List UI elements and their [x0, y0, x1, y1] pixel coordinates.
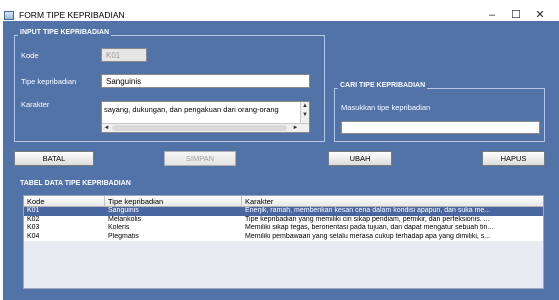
cell-kode: K03 [27, 224, 40, 231]
simpan-button[interactable]: SIMPAN [164, 151, 236, 166]
karakter-textarea[interactable]: sayang, dukungan, dan pengakuan dari ora… [101, 101, 310, 133]
maximize-button[interactable]: ☐ [506, 8, 526, 22]
table-row[interactable]: K04 Plegmatis Memiliki pembawaan yang se… [24, 232, 543, 241]
cell-karakter: Tipe kepribadian yang memiliki ciri sika… [245, 215, 490, 223]
minimize-button[interactable]: – [482, 8, 502, 22]
table-header: Kode Tipe kepribadian Karakter [24, 196, 543, 207]
cell-tipe: Koleris [108, 224, 130, 231]
cell-karakter: Memiliki sikap tegas, berorientasi pada … [245, 224, 494, 231]
cell-kode: K01 [27, 207, 40, 214]
table-row[interactable]: K01 Sanguinis Enerjik, ramah, memberikan… [24, 207, 543, 216]
karakter-horizontal-scrollbar[interactable]: ◄ ► [102, 123, 309, 132]
batal-button[interactable]: BATAL [14, 151, 94, 166]
kode-field[interactable]: K01 [101, 48, 147, 62]
table-row[interactable]: K02 Melankolis Tipe kepribadian yang mem… [24, 215, 543, 224]
scroll-down-icon[interactable]: ▼ [301, 111, 309, 120]
cell-tipe: Melankolis [108, 215, 142, 223]
main-window: FORM TIPE KEPRIBADIAN – ☐ ✕ INPUT TIPE K… [0, 0, 559, 300]
karakter-text: sayang, dukungan, dan pengakuan dari ora… [104, 105, 279, 114]
tipe-label: Tipe kepribadian [21, 77, 77, 86]
kode-label: Kode [21, 51, 39, 60]
search-prompt-label: Masukkan tipe kepribadian [341, 103, 431, 112]
scroll-up-icon[interactable]: ▲ [301, 102, 309, 111]
close-button[interactable]: ✕ [530, 8, 550, 22]
search-input[interactable] [341, 121, 540, 134]
karakter-label: Karakter [21, 100, 50, 109]
window-title: FORM TIPE KEPRIBADIAN [19, 10, 125, 20]
horizontal-scroll-thumb[interactable] [112, 125, 287, 131]
hapus-button[interactable]: HAPUS [482, 151, 545, 166]
cell-tipe: Sanguinis [108, 207, 139, 214]
tipe-kepribadian-field[interactable]: Sanguinis [101, 74, 310, 88]
data-table[interactable]: Kode Tipe kepribadian Karakter K01 Sangu… [23, 195, 544, 289]
karakter-vertical-scrollbar[interactable]: ▲ ▼ [300, 102, 309, 124]
ubah-button[interactable]: UBAH [328, 151, 392, 166]
table-row[interactable]: K03 Koleris Memiliki sikap tegas, berori… [24, 224, 543, 233]
input-panel-title: INPUT TIPE KEPRIBADIAN [18, 29, 112, 36]
scroll-left-icon[interactable]: ◄ [102, 124, 111, 132]
cell-kode: K02 [27, 215, 40, 223]
table-title: TABEL DATA TIPE KEPRIBADIAN [20, 180, 131, 187]
column-header-tipe[interactable]: Tipe kepribadian [105, 196, 242, 207]
search-panel-title: CARI TIPE KEPRIBADIAN [338, 82, 428, 89]
java-app-icon [4, 11, 14, 20]
column-header-karakter[interactable]: Karakter [242, 196, 543, 207]
column-header-kode[interactable]: Kode [24, 196, 105, 207]
cell-karakter: Enerjik, ramah, memberikan kesan ceria d… [245, 207, 491, 214]
cell-tipe: Plegmatis [108, 232, 139, 240]
cell-karakter: Memiliki pembawaan yang selalu merasa cu… [245, 232, 491, 240]
scroll-right-icon[interactable]: ► [291, 124, 300, 132]
cell-kode: K04 [27, 232, 40, 240]
